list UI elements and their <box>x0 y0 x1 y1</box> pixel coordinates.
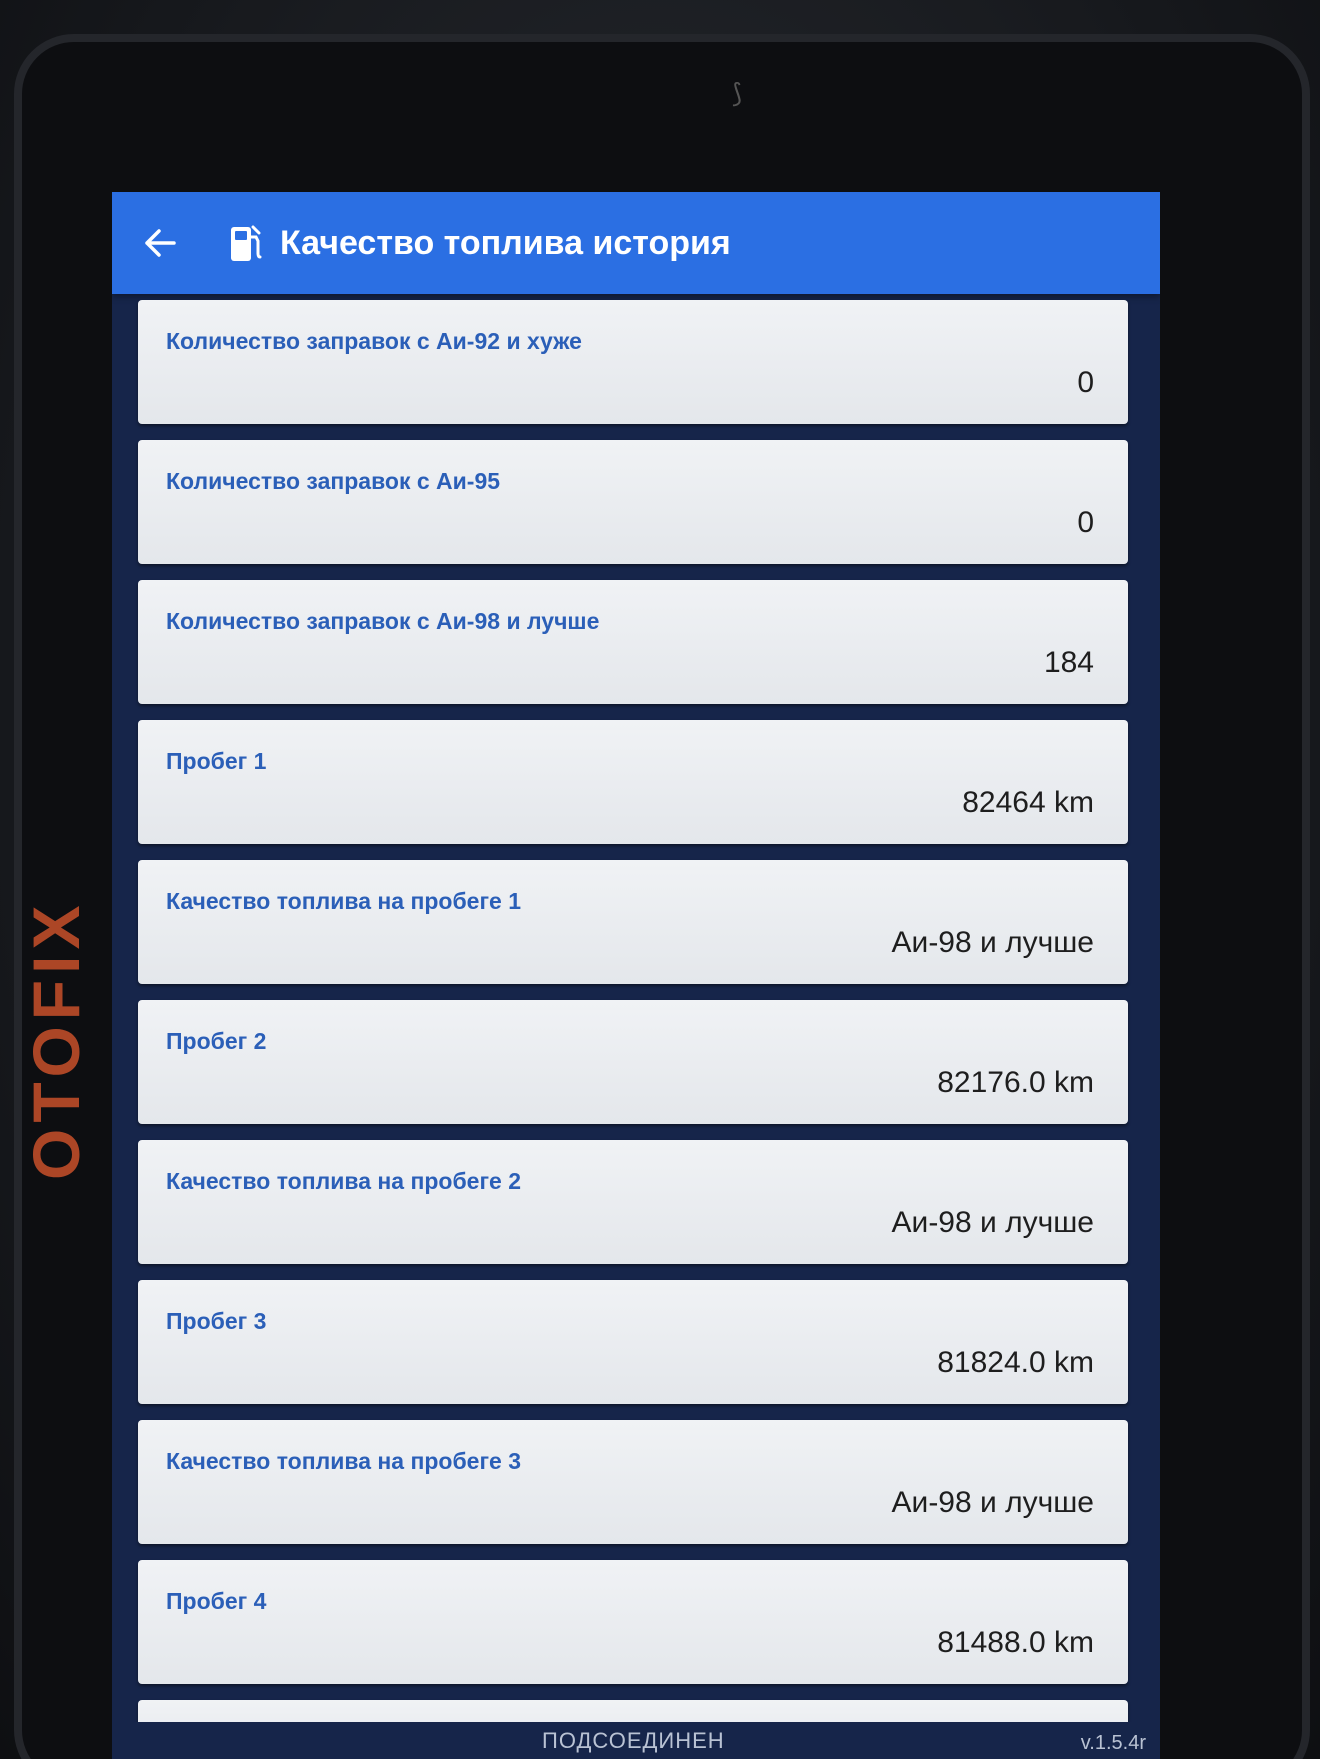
connection-status: ПОДСОЕДИНЕН <box>542 1728 725 1753</box>
list-item[interactable]: Количество заправок с Аи-98 и лучше 184 <box>138 580 1128 704</box>
item-value: 184 <box>1043 646 1094 679</box>
device-background: ⟆ OTOFIX Качество топлива история Количе… <box>0 0 1320 1759</box>
list-item[interactable]: Пробег 2 82176.0 km <box>138 1000 1128 1124</box>
item-value: 81488.0 km <box>937 1626 1094 1659</box>
arrow-left-icon[interactable] <box>130 213 190 273</box>
list-item[interactable]: Пробег 3 81824.0 km <box>138 1280 1128 1404</box>
list-item[interactable]: Количество заправок с Аи-92 и хуже 0 <box>138 300 1128 424</box>
item-value: 82464 km <box>962 786 1094 819</box>
item-value: Аи-98 и лучше <box>891 1486 1094 1519</box>
item-label: Пробег 3 <box>166 1308 267 1334</box>
page-title: Качество топлива история <box>280 223 731 262</box>
app-bar: Качество топлива история <box>112 192 1160 294</box>
fuel-pump-icon <box>226 221 266 265</box>
item-label: Пробег 4 <box>166 1588 267 1614</box>
item-value: 81824.0 km <box>937 1346 1094 1379</box>
app-version: v.1.5.4r <box>1080 1732 1146 1754</box>
item-value: 0 <box>1077 366 1094 399</box>
item-label: Пробег 2 <box>166 1028 267 1054</box>
item-label: Качество топлива на пробеге 3 <box>166 1448 521 1474</box>
item-value: 0 <box>1077 506 1094 539</box>
list-item[interactable]: Качество топлива на пробеге 2 Аи-98 и лу… <box>138 1140 1128 1264</box>
app-screen: Качество топлива история Количество запр… <box>112 192 1160 1759</box>
item-label: Количество заправок с Аи-95 <box>166 468 501 494</box>
list-item[interactable]: Пробег 1 82464 km <box>138 720 1128 844</box>
list-item[interactable]: Пробег 4 81488.0 km <box>138 1560 1128 1684</box>
list-item[interactable]: Количество заправок с Аи-95 0 <box>138 440 1128 564</box>
item-value: Аи-98 и лучше <box>891 926 1094 959</box>
fuel-history-list: Количество заправок с Аи-92 и хуже 0 Кол… <box>138 300 1128 1759</box>
list-item[interactable]: Качество топлива на пробеге 3 Аи-98 и лу… <box>138 1420 1128 1544</box>
item-label: Пробег 1 <box>166 748 267 774</box>
item-label: Количество заправок с Аи-92 и хуже <box>166 328 582 354</box>
device-brand-logo: OTOFIX <box>19 899 93 1180</box>
item-label: Качество топлива на пробеге 2 <box>166 1168 521 1194</box>
status-bar: ПОДСОЕДИНЕН v.1.5.4r <box>112 1722 1160 1759</box>
item-value: Аи-98 и лучше <box>891 1206 1094 1239</box>
list-item[interactable]: Качество топлива на пробеге 1 Аи-98 и лу… <box>138 860 1128 984</box>
item-label: Качество топлива на пробеге 1 <box>166 888 521 914</box>
item-value: 82176.0 km <box>937 1066 1094 1099</box>
item-label: Количество заправок с Аи-98 и лучше <box>166 608 600 634</box>
camera-notch: ⟆ <box>732 78 743 108</box>
